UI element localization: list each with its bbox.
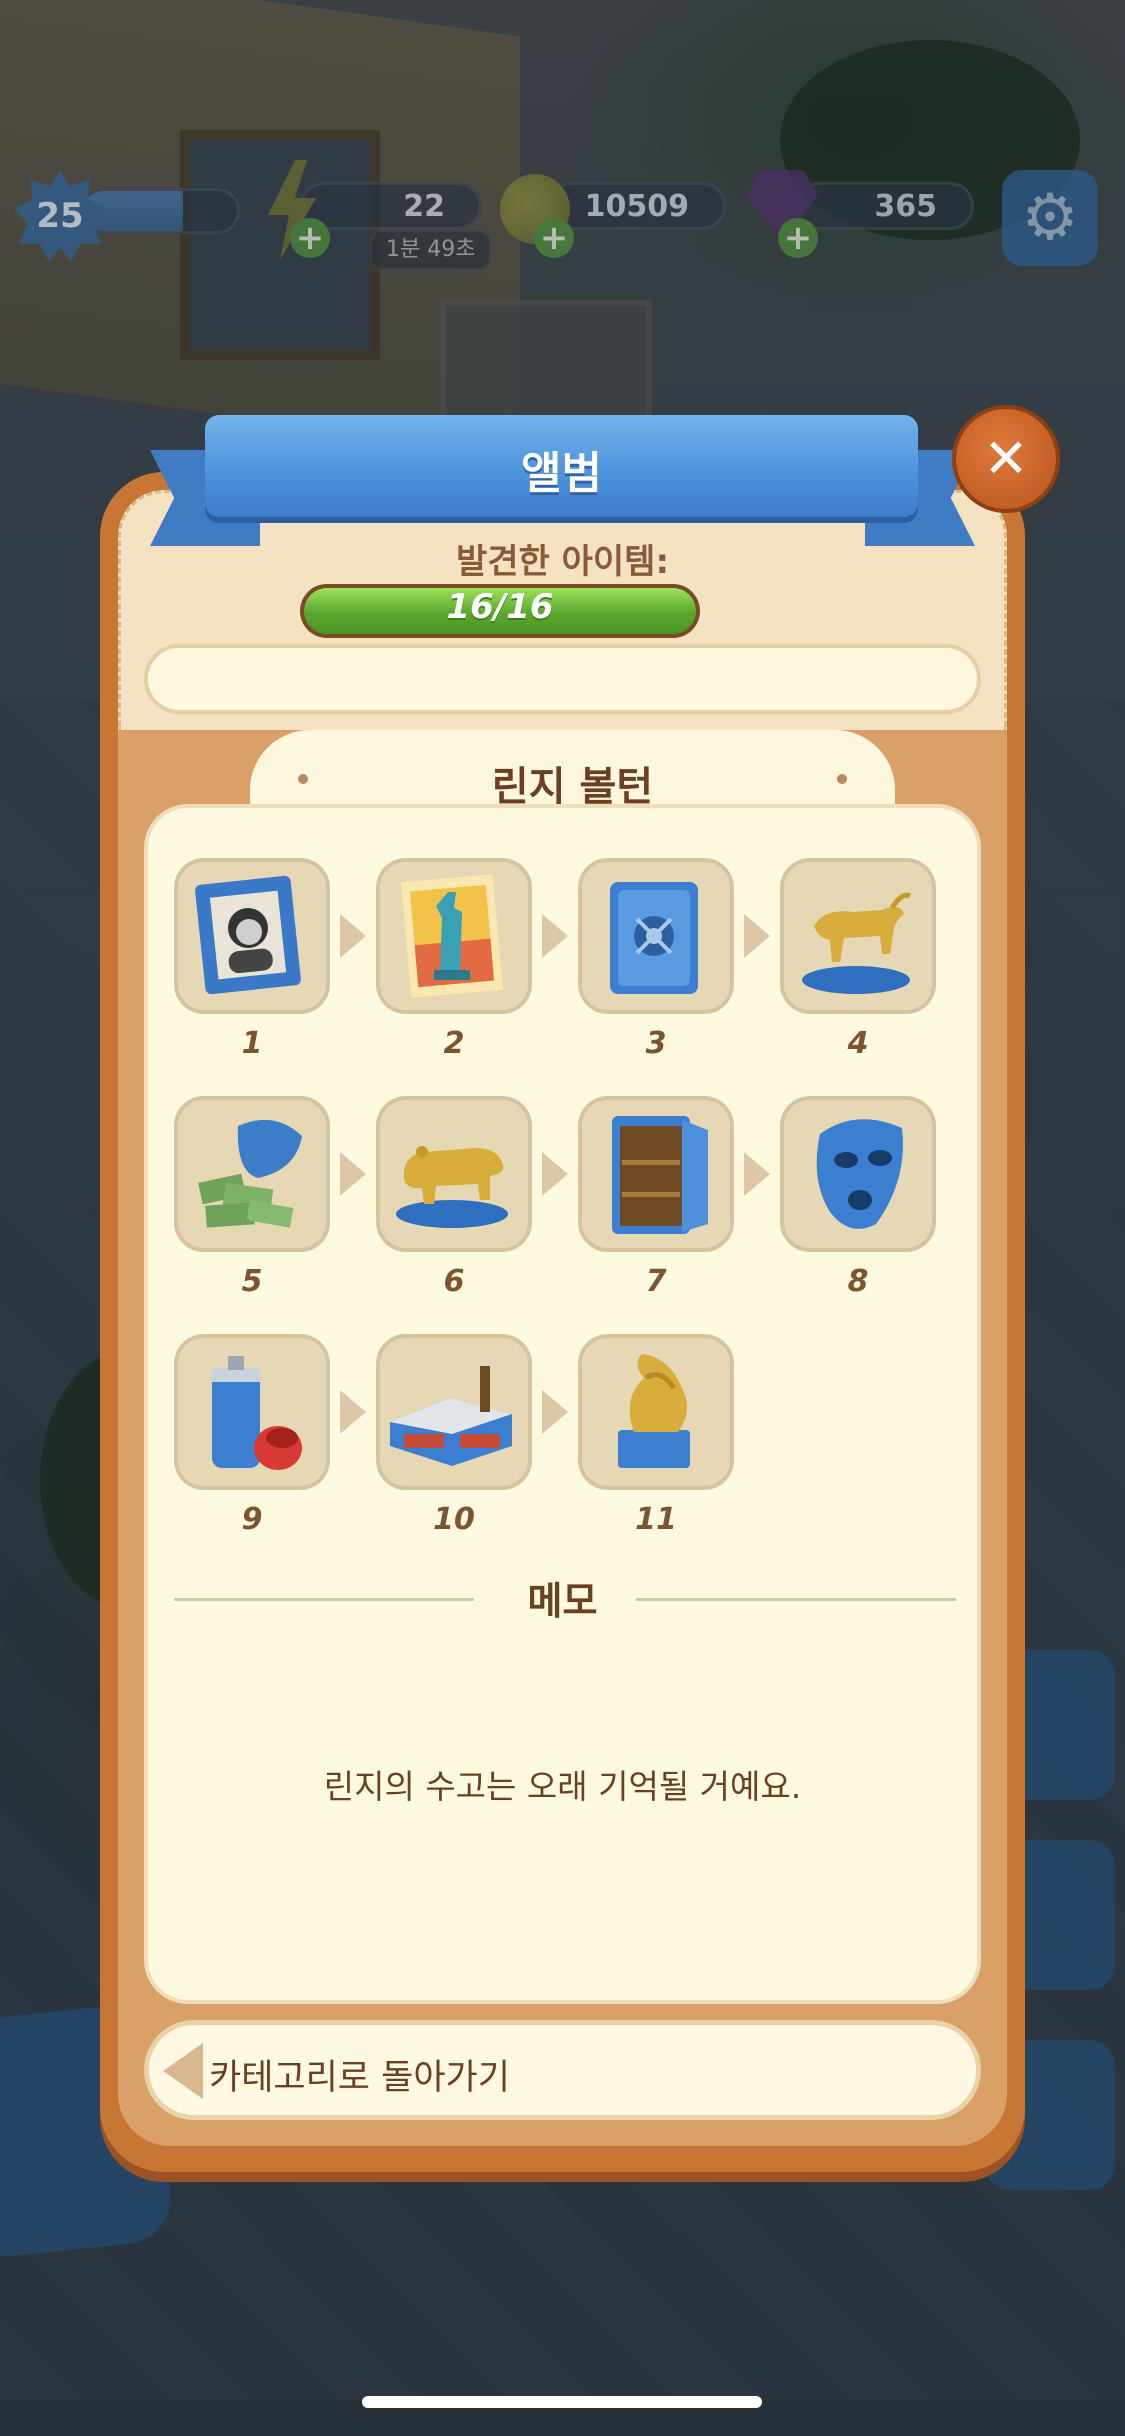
album-item[interactable]: 4 <box>780 858 936 1061</box>
chevron-right-icon <box>744 914 770 958</box>
album-item-tile[interactable] <box>174 1096 330 1252</box>
energy-counter[interactable]: 22 <box>300 182 482 230</box>
album-item-number: 8 <box>847 1264 869 1299</box>
album-item-number: 10 <box>433 1502 475 1537</box>
statue-of-liberty-poster-icon <box>401 874 503 998</box>
coin-plus-icon[interactable]: + <box>534 218 574 258</box>
back-arrow-icon <box>163 2043 203 2099</box>
album-item[interactable]: 2 <box>376 858 532 1061</box>
found-items-progress-bar: 16/16 <box>300 584 700 638</box>
safe-open-icon <box>612 1116 708 1234</box>
chevron-right-icon <box>340 1152 366 1196</box>
level-value: 25 <box>36 196 84 236</box>
progress-text: 16/16 <box>446 587 554 627</box>
coin-counter[interactable]: 10509 <box>548 182 726 230</box>
memo-title: 메모 <box>527 1579 598 1623</box>
top-hud: 25 22 + 1분 49초 10509 + 365 + ⚙ <box>0 160 1125 270</box>
album-item-number: 11 <box>635 1502 677 1537</box>
close-icon: ✕ <box>983 427 1029 490</box>
album-item[interactable]: 9 <box>174 1334 330 1537</box>
chevron-right-icon <box>542 914 568 958</box>
album-item[interactable]: 3 <box>578 858 734 1061</box>
chevron-right-icon <box>744 1152 770 1196</box>
album-title: 앨범 <box>521 448 602 499</box>
energy-plus-icon[interactable]: + <box>290 218 330 258</box>
album-item-tile[interactable] <box>780 858 936 1014</box>
album-panel: 발견한 아이템: 16/16 린지 볼턴 1 2 3 4 5 6 7 8 9 10 11 메모 린지… <box>100 472 1025 2172</box>
album-item-number: 3 <box>645 1026 667 1061</box>
album-item[interactable]: 6 <box>376 1096 532 1299</box>
back-to-categories-button[interactable]: 카테고리로 돌아가기 <box>144 2020 981 2120</box>
album-item-number: 7 <box>645 1264 667 1299</box>
album-item-tile[interactable] <box>578 1096 734 1252</box>
album-item[interactable]: 8 <box>780 1096 936 1299</box>
back-to-categories-label: 카테고리로 돌아가기 <box>209 2058 510 2098</box>
golden-bull-statue-icon <box>802 892 912 994</box>
album-item-number: 6 <box>443 1264 465 1299</box>
settings-button[interactable]: ⚙ <box>1002 170 1098 266</box>
blue-mask-icon <box>816 1119 903 1229</box>
gem-value: 365 <box>874 188 937 224</box>
album-item-tile[interactable] <box>174 858 330 1014</box>
album-item-tile[interactable] <box>780 1096 936 1252</box>
album-item-tile[interactable] <box>376 1334 532 1490</box>
gear-icon: ⚙ <box>1021 181 1079 255</box>
chevron-right-icon <box>542 1390 568 1434</box>
album-item[interactable]: 11 <box>578 1334 734 1537</box>
level-star-icon[interactable]: 25 <box>14 170 106 262</box>
album-item-number: 1 <box>241 1026 263 1061</box>
album-item[interactable]: 10 <box>376 1334 532 1537</box>
golden-bear-statue-icon <box>396 1146 508 1228</box>
energy-value: 22 <box>403 188 445 224</box>
golden-award-icon <box>618 1354 690 1468</box>
album-item-number: 5 <box>241 1264 263 1299</box>
album-top-slot <box>144 644 981 714</box>
album-item-number: 4 <box>847 1026 869 1061</box>
chevron-right-icon <box>340 1390 366 1434</box>
album-item-number: 2 <box>443 1026 465 1061</box>
album-item[interactable]: 7 <box>578 1096 734 1299</box>
framed-portrait-icon <box>195 875 301 995</box>
album-item-tile[interactable] <box>578 1334 734 1490</box>
chevron-right-icon <box>542 1152 568 1196</box>
close-button[interactable]: ✕ <box>952 405 1060 513</box>
safe-closed-icon <box>610 882 698 994</box>
home-indicator[interactable] <box>362 2396 762 2408</box>
chevron-right-icon <box>340 914 366 958</box>
energy-timer: 1분 49초 <box>370 230 492 270</box>
money-bag-icon <box>198 1119 302 1228</box>
memo-text: 린지의 수고는 오래 기억될 거예요. <box>323 1767 802 1806</box>
album-item-tile[interactable] <box>174 1334 330 1490</box>
factory-icon <box>390 1366 512 1466</box>
level-progress-bar <box>80 188 240 234</box>
coin-value: 10509 <box>584 188 689 224</box>
album-item[interactable]: 5 <box>174 1096 330 1299</box>
album-item-number: 9 <box>241 1502 263 1537</box>
collection-content: 1 2 3 4 5 6 7 8 9 10 11 메모 린지의 수고는 오래 기억될 거예요. <box>144 804 981 2004</box>
album-item-tile[interactable] <box>578 858 734 1014</box>
spray-can-icon <box>212 1356 302 1470</box>
gem-counter[interactable]: 365 <box>796 182 974 230</box>
album-item-tile[interactable] <box>376 1096 532 1252</box>
album-title-ribbon: 앨범 <box>205 415 918 517</box>
background-sign <box>440 300 652 432</box>
gem-plus-icon[interactable]: + <box>778 218 818 258</box>
album-item-tile[interactable] <box>376 858 532 1014</box>
album-item[interactable]: 1 <box>174 858 330 1061</box>
